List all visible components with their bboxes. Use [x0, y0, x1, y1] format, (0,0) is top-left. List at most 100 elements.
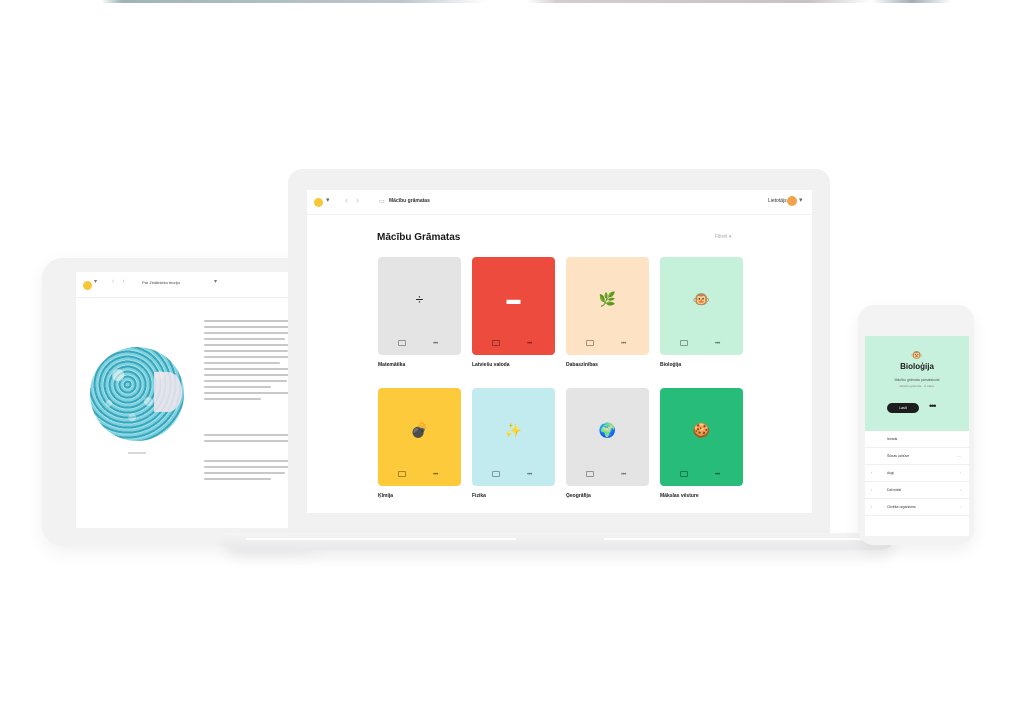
subject-icon: 🍪	[692, 422, 711, 438]
chevron-down-icon[interactable]: ▾	[94, 278, 97, 285]
book-card-label[interactable]: Bioloģija	[660, 362, 681, 368]
text-line	[204, 472, 285, 474]
book-card-label[interactable]: Matemātika	[378, 362, 405, 368]
chapter-row[interactable]: › Dzīvnieki ›	[865, 482, 969, 499]
book-card[interactable]: 🌿 •••	[566, 257, 649, 355]
text-line	[204, 460, 290, 462]
book-card-label[interactable]: Ģeogrāfija	[566, 493, 591, 499]
open-book-icon[interactable]	[586, 340, 594, 346]
subject-icon: 🐵	[692, 291, 711, 307]
book-subtitle: Mācību grāmata pamatskolai	[894, 378, 940, 382]
chapter-row[interactable]: › Cilvēka organisms ›	[865, 499, 969, 516]
more-icon[interactable]: •••	[715, 472, 720, 478]
article-paragraph	[204, 320, 291, 404]
user-name[interactable]: Lietotājs	[768, 198, 787, 204]
chapter-list: Ievads Šūnas uzbūve — › Augi › › Dzīvnieki › › Cil…	[865, 431, 969, 516]
row-action-icon: ›	[959, 487, 961, 492]
chapter-label: Šūnas uzbūve	[887, 454, 910, 458]
text-line	[204, 374, 291, 376]
chevron-right-icon: ›	[871, 487, 873, 492]
nav-arrows-icon[interactable]: ‹ ›	[112, 278, 128, 285]
open-book-icon[interactable]	[680, 471, 688, 477]
open-book-icon[interactable]	[492, 471, 500, 477]
page-title: Mācību Grāmatas	[377, 232, 461, 243]
filter-dropdown[interactable]: Filtrēt ▾	[715, 234, 731, 240]
text-line	[204, 344, 291, 346]
text-line	[204, 398, 261, 400]
chevron-right-icon: ›	[871, 470, 873, 475]
subject-icon: ▬	[506, 291, 521, 307]
text-line	[204, 356, 291, 358]
book-title: Bioloģija	[900, 362, 934, 371]
open-book-icon[interactable]	[586, 471, 594, 477]
open-book-icon[interactable]	[398, 471, 406, 477]
subject-icon: ÷	[415, 291, 424, 307]
more-icon[interactable]: •••	[929, 401, 937, 411]
subject-icon: 🌍	[598, 422, 617, 438]
chapter-label: Augi	[887, 471, 895, 475]
chapter-row[interactable]: › Augi ›	[865, 465, 969, 482]
tablet-screen: ▾ ‹ › Par Zinātnieku teoriju ▾	[76, 272, 291, 528]
chapter-row[interactable]: Šūnas uzbūve —	[865, 448, 969, 465]
text-line	[204, 392, 291, 394]
open-book-icon[interactable]	[398, 340, 406, 346]
avatar[interactable]	[787, 196, 797, 206]
more-icon[interactable]: •••	[433, 341, 438, 347]
text-line	[204, 320, 291, 322]
chevron-right-icon: ›	[871, 504, 873, 509]
app-toolbar: ▾ ‹ › ▭ Mācību grāmatas Lietotājs ▾	[307, 190, 812, 215]
text-line	[204, 338, 285, 340]
book-header: 🐵 Bioloģija Mācību grāmata pamatskolai M…	[865, 336, 969, 431]
chevron-down-icon: ▾	[728, 234, 732, 240]
image-caption	[128, 452, 146, 454]
book-card[interactable]: ✨ •••	[472, 388, 555, 486]
forward-arrow-icon[interactable]: ›	[356, 195, 359, 205]
more-icon[interactable]: •••	[527, 472, 532, 478]
app-logo-icon[interactable]	[83, 281, 92, 290]
text-line	[204, 440, 290, 442]
chevron-down-icon[interactable]: ▾	[214, 278, 217, 285]
app-logo-icon[interactable]	[314, 198, 323, 207]
read-button[interactable]: Lasīt	[887, 403, 919, 413]
more-icon[interactable]: •••	[527, 341, 532, 347]
text-line	[204, 434, 291, 436]
subject-icon: 🌿	[598, 291, 617, 307]
book-card[interactable]: 🌍 •••	[566, 388, 649, 486]
subject-icon: 💣	[410, 422, 429, 438]
chevron-down-icon[interactable]: ▾	[799, 196, 803, 204]
book-card[interactable]: ÷ •••	[378, 257, 461, 355]
book-card[interactable]: 🐵 •••	[660, 257, 743, 355]
breadcrumb[interactable]: Mācību grāmatas	[389, 198, 430, 204]
article-image-highlight	[154, 372, 182, 412]
article-paragraph	[204, 434, 291, 446]
book-card-label[interactable]: Ķīmija	[378, 493, 393, 499]
more-icon[interactable]: •••	[433, 472, 438, 478]
tablet-toolbar: ▾ ‹ › Par Zinātnieku teoriju ▾	[76, 272, 291, 298]
chapter-row[interactable]: Ievads	[865, 431, 969, 448]
book-card-label[interactable]: Mākslas vēsture	[660, 493, 699, 499]
laptop-base	[224, 533, 896, 550]
book-card-label[interactable]: Latviešu valoda	[472, 362, 510, 368]
book-card[interactable]: 🍪 •••	[660, 388, 743, 486]
book-card-label[interactable]: Fizika	[472, 493, 486, 499]
text-line	[204, 466, 291, 468]
more-icon[interactable]: •••	[715, 341, 720, 347]
breadcrumb[interactable]: Par Zinātnieku teoriju	[142, 280, 180, 285]
book-meta: Mācību grāmata · 9. klase	[899, 384, 935, 388]
open-book-icon[interactable]	[680, 340, 688, 346]
filter-label: Filtrēt	[715, 234, 728, 240]
row-action-icon: ›	[959, 504, 961, 509]
book-card[interactable]: 💣 •••	[378, 388, 461, 486]
phone-screen: 🐵 Bioloģija Mācību grāmata pamatskolai M…	[865, 336, 969, 536]
monkey-icon: 🐵	[911, 350, 923, 360]
more-icon[interactable]: •••	[621, 472, 626, 478]
open-book-icon[interactable]	[492, 340, 500, 346]
folder-icon: ▭	[379, 199, 385, 205]
subject-icon: ✨	[504, 422, 523, 438]
back-arrow-icon[interactable]: ‹	[345, 195, 348, 205]
chevron-down-icon[interactable]: ▾	[326, 196, 330, 204]
more-icon[interactable]: •••	[621, 341, 626, 347]
book-card-label[interactable]: Dabaszinības	[566, 362, 598, 368]
text-line	[204, 386, 271, 388]
book-card[interactable]: ▬ •••	[472, 257, 555, 355]
